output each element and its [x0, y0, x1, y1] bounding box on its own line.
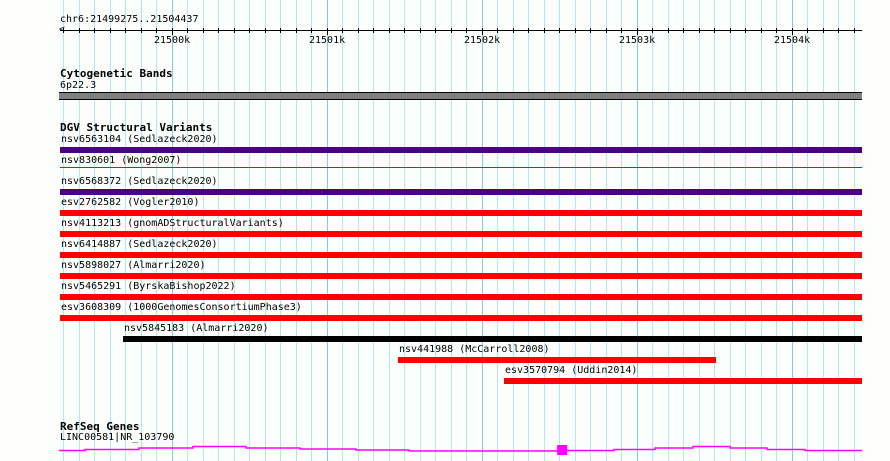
gene-model[interactable]	[0, 0, 890, 461]
gene-exon	[557, 445, 568, 455]
gene-intron-line	[59, 445, 862, 452]
